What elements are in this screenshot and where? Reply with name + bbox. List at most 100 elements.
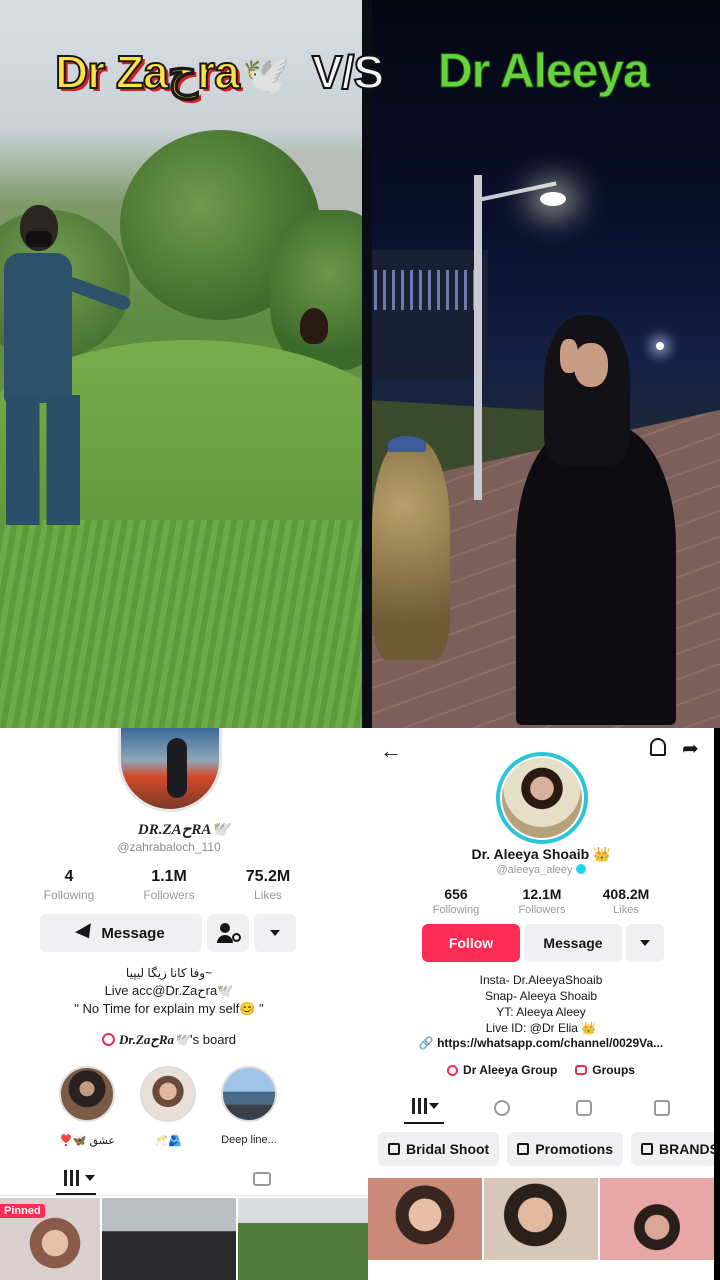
- bio-line: " No Time for explain my self😊 ": [74, 1001, 264, 1016]
- message-button-label: Message: [101, 924, 165, 942]
- stats-row: 656 Following 12.1M Followers 408.2M Lik…: [426, 886, 659, 916]
- more-options-button[interactable]: [254, 914, 296, 952]
- highlight-story[interactable]: Deep line...: [218, 1066, 280, 1146]
- title-left-text: Dr Zaحra: [54, 45, 241, 99]
- bio-line: Insta- Dr.AleeyaShoaib: [479, 973, 603, 987]
- profile-handle: @zahrabaloch_110: [117, 840, 221, 854]
- video-thumbnail[interactable]: [368, 1178, 482, 1260]
- collection-chip[interactable]: BRANDS CO: [631, 1132, 714, 1166]
- video-thumbnail[interactable]: Pinned: [0, 1198, 100, 1280]
- collection-icon: [641, 1143, 654, 1155]
- grid-icon[interactable]: [64, 1170, 82, 1186]
- board-link[interactable]: Dr.ZaحRa🕊️'s board: [0, 1032, 338, 1048]
- chevron-down-icon: [85, 1175, 95, 1181]
- share-icon[interactable]: ➦: [682, 736, 699, 761]
- building: [368, 250, 488, 380]
- person-left: [0, 205, 133, 535]
- content-tabs: [368, 1092, 714, 1124]
- chevron-down-icon: [270, 930, 280, 936]
- highlight-story[interactable]: 🥂🫂: [137, 1066, 199, 1147]
- grid-icon[interactable]: [412, 1098, 430, 1114]
- bio-line: Live acc@Dr.Zaحra🕊️: [104, 983, 234, 998]
- collections-row: Bridal Shoot Promotions BRANDS CO: [378, 1132, 714, 1166]
- repost-icon[interactable]: [253, 1172, 271, 1186]
- video-grid: [368, 1178, 714, 1280]
- rooster: [300, 308, 328, 344]
- board-suffix: 's board: [190, 1032, 237, 1047]
- message-button[interactable]: Message: [524, 924, 622, 962]
- bio-link[interactable]: 🔗 https://whatsapp.com/channel/0029Va...: [368, 1036, 714, 1050]
- bear-statue: [372, 440, 450, 660]
- highlight-label: ❣️🦋 عشق: [58, 1135, 115, 1147]
- stat-likes: 408.2M Likes: [593, 886, 659, 916]
- profile-handle-row: @aleeya_aleey: [368, 864, 714, 876]
- back-arrow-icon[interactable]: ←: [380, 738, 402, 764]
- collection-label: Bridal Shoot: [406, 1141, 490, 1157]
- video-frame-left: [0, 0, 368, 728]
- stat-following[interactable]: 656 Following: [426, 886, 486, 916]
- title-right: Dr Aleeya: [438, 45, 651, 99]
- stats-row: 4 Following 1.1M Followers 75.2M Likes: [38, 868, 299, 902]
- edge-strip: [714, 728, 720, 1280]
- sparkle-icon[interactable]: [494, 1100, 510, 1116]
- repost-icon[interactable]: [654, 1100, 670, 1116]
- stat-value: 4: [64, 868, 74, 885]
- link-icon: 🔗: [418, 1036, 438, 1050]
- stat-label: Following: [432, 904, 480, 916]
- groups-row: Dr Aleeya Group Groups: [368, 1063, 714, 1077]
- video-grid: Pinned: [0, 1198, 368, 1280]
- group-link[interactable]: Dr Aleeya Group: [463, 1063, 557, 1077]
- groups-link[interactable]: Groups: [592, 1063, 635, 1077]
- board-icon: [101, 1033, 115, 1046]
- highlight-label: 🥂🫂: [154, 1135, 182, 1147]
- stat-followers[interactable]: 1.1M Followers: [138, 868, 200, 902]
- stat-value: 12.1M: [522, 886, 562, 902]
- stat-followers[interactable]: 12.1M Followers: [511, 886, 573, 916]
- follow-button[interactable]: Follow: [422, 924, 520, 962]
- chevron-down-icon: [640, 940, 650, 946]
- stat-label: Following: [43, 888, 95, 902]
- video-frame-right: [368, 0, 720, 728]
- pinned-badge: Pinned: [0, 1204, 45, 1218]
- highlight-story[interactable]: ❣️🦋 عشق: [56, 1066, 118, 1147]
- send-icon: [75, 923, 98, 943]
- avatar[interactable]: [118, 728, 222, 812]
- video-thumbnail[interactable]: [238, 1198, 368, 1280]
- collection-icon: [388, 1143, 400, 1155]
- stat-following[interactable]: 4 Following: [38, 868, 100, 902]
- bear-statue-hat: [388, 436, 426, 452]
- bio-link-text: https://whatsapp.com/channel/0029Va...: [437, 1036, 664, 1050]
- video-thumbnail[interactable]: [102, 1198, 236, 1280]
- video-thumbnail[interactable]: [484, 1178, 598, 1260]
- board-name: Dr.ZaحRa🕊️: [118, 1032, 191, 1047]
- content-tabs: [0, 1164, 368, 1196]
- bell-icon[interactable]: [650, 738, 666, 756]
- collection-chip[interactable]: Promotions: [507, 1132, 624, 1166]
- highlight-thumbnail: [59, 1066, 115, 1122]
- message-button[interactable]: Message: [40, 914, 202, 952]
- video-thumbnail[interactable]: [600, 1178, 714, 1260]
- stat-value: 408.2M: [602, 886, 650, 902]
- highlight-thumbnail: [140, 1066, 196, 1122]
- bio-line: YT: Aleeya Aleey: [496, 1005, 586, 1019]
- title-left: Dr Zaحra 🕊️: [54, 40, 290, 104]
- bio-line: وفا کانا زیگا لیپیا~: [125, 966, 213, 980]
- collection-chip[interactable]: Bridal Shoot: [378, 1132, 500, 1166]
- collection-label: Promotions: [535, 1141, 614, 1157]
- profile-name: Dr. Aleeya Shoaib 👑: [471, 846, 611, 862]
- person-right: [516, 315, 686, 725]
- avatar[interactable]: [496, 752, 588, 844]
- sticker-icon[interactable]: [576, 1100, 592, 1116]
- active-tab-indicator: [404, 1122, 444, 1124]
- more-options-button[interactable]: [626, 924, 664, 962]
- chat-icon: [575, 1065, 588, 1075]
- stat-value: 75.2M: [245, 868, 291, 885]
- bio: Insta- Dr.AleeyaShoaib Snap- Aleeya Shoa…: [368, 972, 714, 1036]
- split-divider: [362, 0, 372, 728]
- add-friend-button[interactable]: [207, 914, 249, 952]
- stat-label: Followers: [518, 904, 566, 916]
- chevron-down-icon: [429, 1103, 439, 1109]
- person-icon: [220, 923, 230, 933]
- profile-name: DR.ZAحRA🕊️: [137, 822, 231, 838]
- person-icon-body: [217, 935, 233, 943]
